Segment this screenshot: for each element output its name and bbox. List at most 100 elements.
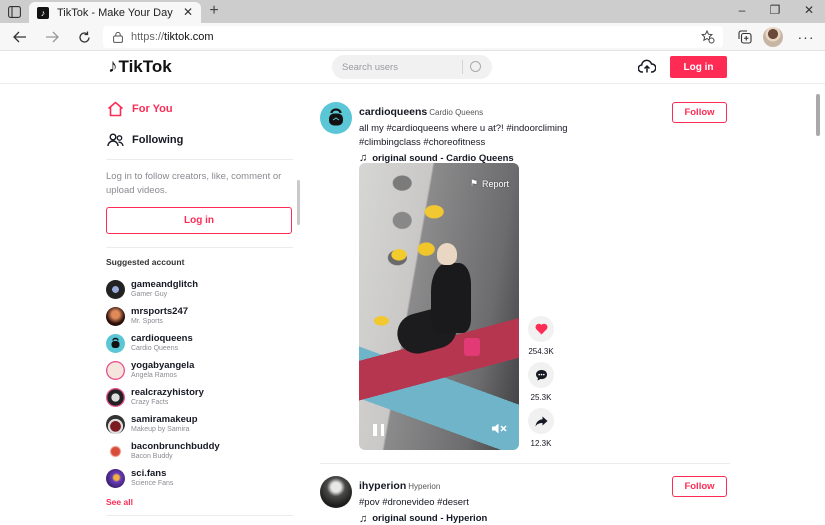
avatar [106,414,125,434]
suggested-account-item[interactable]: sci.fans Science Fans [106,466,173,490]
suggested-account-item[interactable]: yogabyangela Angela Ramos [106,358,194,382]
url-scheme: https:// [131,31,165,43]
tab-title: TikTok - Make Your Day [57,6,173,19]
tab-actions-icon[interactable] [6,4,22,19]
account-nickname: Gamer Guy [131,290,168,298]
refresh-icon[interactable] [75,28,93,46]
search-placeholder: Search users [342,61,398,73]
account-nickname: Science Fans [131,479,174,487]
new-tab-button[interactable]: + [206,2,222,20]
tiktok-logo[interactable]: ♪ TikTok [108,56,172,78]
restore-button[interactable]: ❐ [767,3,783,17]
account-username: samiramakeup [131,413,198,425]
comment-action[interactable]: 25.3K [527,362,555,402]
account-username: realcrazyhistory [131,386,204,398]
sidebar-item-label: Following [132,134,184,146]
post-avatar[interactable] [320,102,352,134]
login-prompt-text: Log in to follow creators, like, comment… [106,171,282,196]
suggested-account-item[interactable]: realcrazyhistory Crazy Facts [106,385,204,409]
post-username[interactable]: ihyperion [359,480,406,492]
account-username: yogabyangela [131,359,195,371]
share-count: 12.3K [530,439,552,448]
sidebar: For You Following Log in to follow creat… [106,85,300,522]
account-nickname: Angela Ramos [131,371,177,379]
page-scrollbar[interactable] [816,94,820,136]
search-divider [462,60,463,74]
sidebar-divider [106,159,293,160]
tiktok-favicon-icon: ♪ [37,6,49,19]
share-action[interactable]: 12.3K [527,408,555,448]
avatar [106,468,125,488]
sound-label: original sound - Cardio Queens [372,152,514,164]
post-caption: #pov #dronevideo #desert [359,497,469,508]
upload-icon[interactable] [637,59,657,79]
post-sound-link[interactable]: ♫ original sound - Hyperion [359,513,589,525]
account-nickname: Bacon Buddy [131,452,173,460]
account-nickname: Cardio Queens [131,344,179,352]
avatar [106,306,125,326]
minimize-button[interactable]: – [734,3,750,17]
follow-button[interactable]: Follow [672,102,727,123]
favorite-star-icon[interactable] [700,29,715,47]
url-host: tiktok.com [164,31,214,43]
video-player[interactable]: ⚑ Report [359,163,519,450]
sidebar-login-button[interactable]: Log in [106,207,292,234]
avatar [106,360,125,380]
search-icon[interactable] [470,61,481,72]
sidebar-divider [106,247,293,248]
account-username: sci.fans [131,467,167,479]
post-nickname: Cardio Queens [429,108,484,117]
avatar [106,387,125,407]
comment-count: 25.3K [530,393,552,402]
lock-icon [113,31,123,43]
close-tab-button[interactable]: ✕ [183,5,193,19]
account-username: gameandglitch [131,278,199,290]
suggested-account-item[interactable]: gameandglitch Gamer Guy [106,277,198,301]
mute-icon[interactable] [492,423,507,437]
forward-icon[interactable] [43,28,61,46]
share-button[interactable] [528,408,554,434]
logo-text: TikTok [118,57,172,76]
like-action[interactable]: 254.3K [527,316,555,356]
suggested-account-item[interactable]: baconbrunchbuddy Bacon Buddy [106,439,220,463]
see-all-link[interactable]: See all [106,497,133,507]
search-input[interactable]: Search users [332,55,492,79]
header-login-button[interactable]: Log in [670,56,727,78]
address-bar-input[interactable]: https://tiktok.com [103,26,723,48]
account-username: mrsports247 [131,305,189,317]
post-nickname: Hyperion [408,482,441,491]
pause-icon[interactable] [373,424,384,436]
report-button[interactable]: ⚑ Report [470,178,509,189]
feed-post: cardioqueens Cardio Queens all my #cardio… [320,102,730,464]
sidebar-item-following[interactable]: Following [106,132,183,148]
sidebar-scrollbar[interactable] [297,180,300,225]
account-nickname: Crazy Facts [131,398,169,406]
post-avatar[interactable] [320,476,352,508]
music-note-icon: ♫ [359,512,368,525]
more-icon[interactable]: ··· [796,27,816,47]
post-username[interactable]: cardioqueens [359,106,427,118]
suggested-account-item[interactable]: mrsports247 Mr. Sports [106,304,188,328]
site-header: ♪ TikTok Search users Log in [0,51,825,84]
follow-button[interactable]: Follow [672,476,727,497]
video-frame-detail [464,338,480,356]
sidebar-item-for-you[interactable]: For You [106,101,173,117]
back-icon[interactable] [11,28,29,46]
video-frame-detail [437,243,457,265]
suggested-account-item[interactable]: samiramakeup Makeup by Samira [106,412,198,436]
profile-avatar[interactable] [763,27,783,47]
feed-post: ihyperion Hyperion #pov #dronevideo #dese… [320,476,730,525]
browser-toolbar: https://tiktok.com ··· [0,23,825,51]
avatar [106,441,125,461]
close-window-button[interactable]: ✕ [801,3,817,17]
account-username: baconbrunchbuddy [131,440,220,452]
suggested-account-item[interactable]: cardioqueens Cardio Queens [106,331,193,355]
home-icon [106,101,124,117]
browser-tab-active[interactable]: ♪ TikTok - Make Your Day ✕ [29,2,201,23]
video-frame-detail [431,263,471,333]
comment-button[interactable] [528,362,554,388]
collections-icon[interactable] [735,27,755,47]
tiktok-note-icon: ♪ [108,56,118,77]
sidebar-divider [106,515,293,516]
like-button[interactable] [528,316,554,342]
